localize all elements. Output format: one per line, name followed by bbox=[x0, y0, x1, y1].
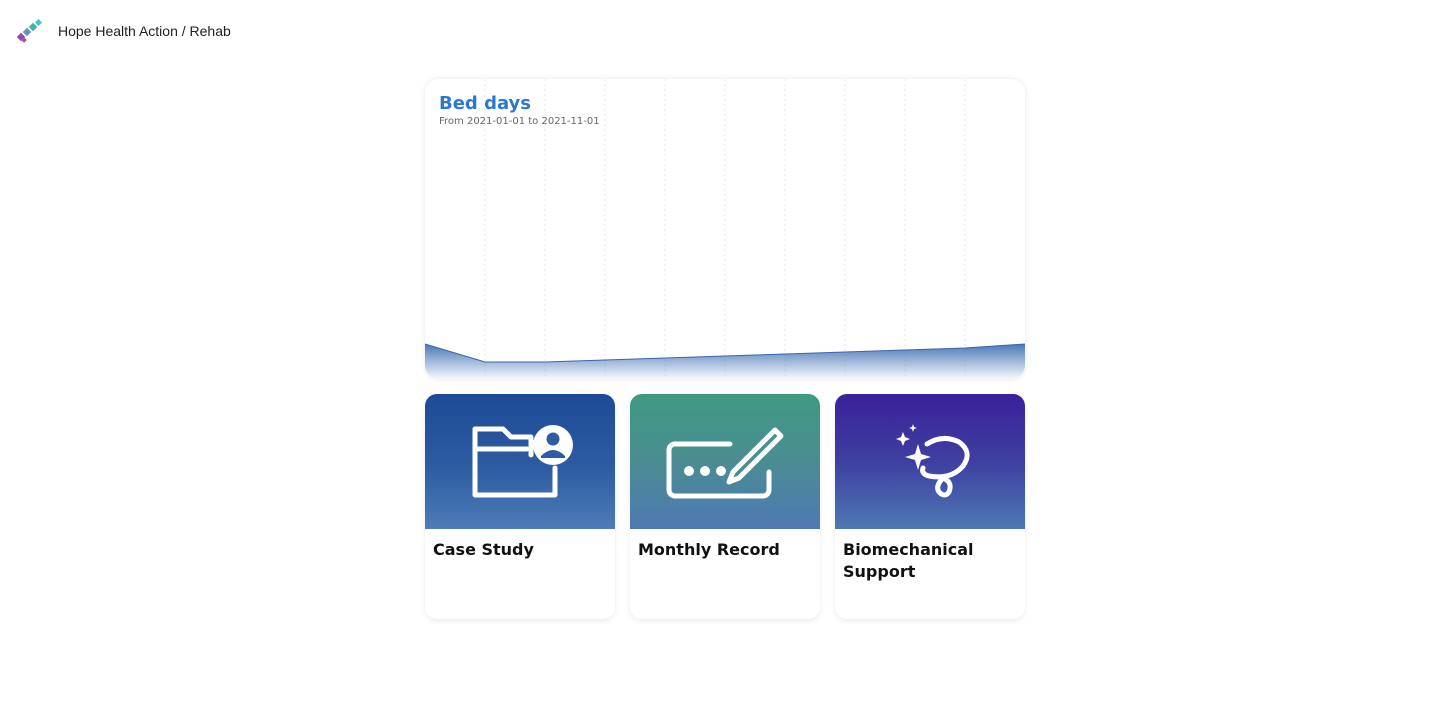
tile-monthly-record[interactable]: Monthly Record bbox=[630, 394, 820, 619]
tile-banner bbox=[835, 394, 1025, 529]
chart-title: Bed days bbox=[439, 93, 532, 114]
tile-label: Biomechanical Support bbox=[843, 540, 974, 581]
sparkle-lasso-icon bbox=[896, 424, 970, 498]
password-edit-icon bbox=[666, 427, 784, 499]
bed-days-chart-card: Bed days From 2021-01-01 to 2021-11-01 bbox=[425, 79, 1025, 379]
tile-label: Monthly Record bbox=[638, 540, 780, 559]
tile-banner bbox=[425, 394, 615, 529]
tile-biomechanical-support[interactable]: Biomechanical Support bbox=[835, 394, 1025, 619]
folder-user-icon bbox=[472, 425, 573, 498]
tile-label: Case Study bbox=[433, 540, 534, 559]
app-header: Hope Health Action / Rehab bbox=[16, 16, 231, 46]
breadcrumb: Hope Health Action / Rehab bbox=[58, 23, 231, 39]
tile-banner bbox=[630, 394, 820, 529]
tile-case-study[interactable]: Case Study bbox=[425, 394, 615, 619]
app-logo-icon[interactable] bbox=[16, 17, 44, 45]
chart-subtitle: From 2021-01-01 to 2021-11-01 bbox=[439, 116, 600, 127]
